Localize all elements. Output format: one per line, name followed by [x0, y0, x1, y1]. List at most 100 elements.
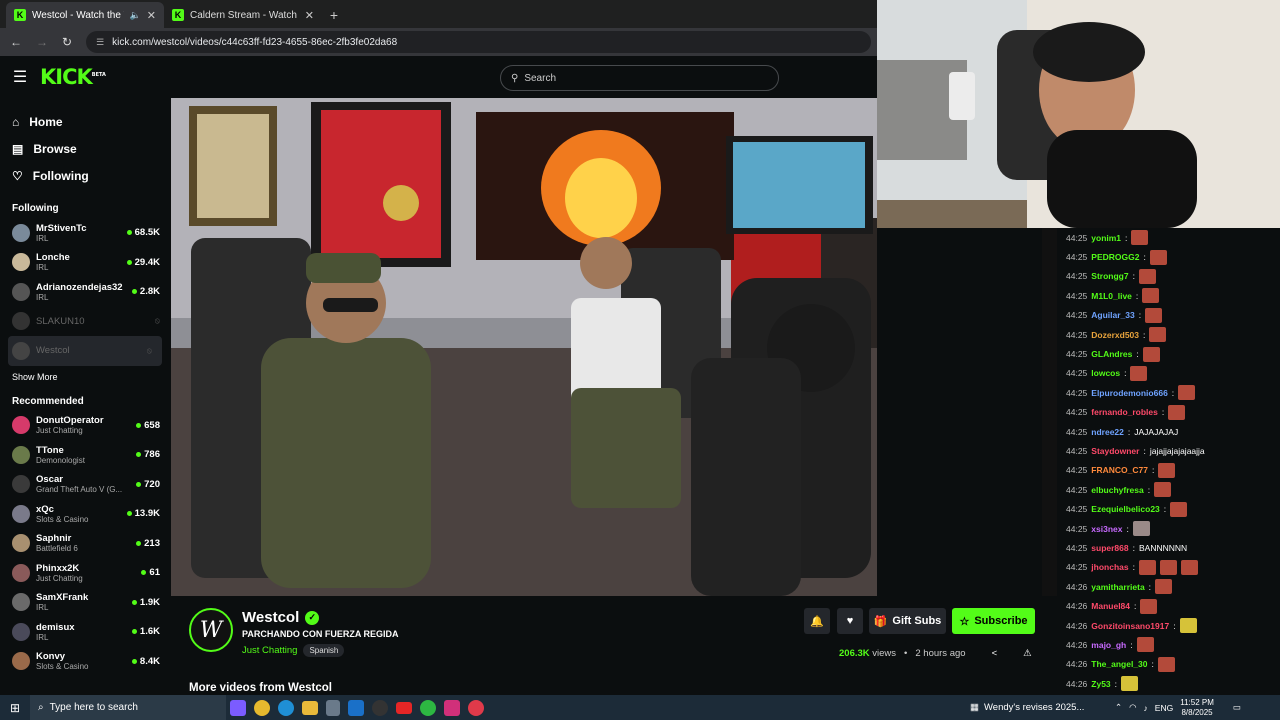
- tray-arrow-icon[interactable]: ⌃: [1115, 702, 1122, 713]
- volume-icon[interactable]: ♪: [1144, 703, 1148, 713]
- chat-username[interactable]: xsi3nex: [1091, 524, 1122, 534]
- emote-icon[interactable]: [1179, 618, 1197, 633]
- emote-icon[interactable]: [1149, 327, 1167, 343]
- chat-username[interactable]: PEDROGG2: [1091, 252, 1139, 262]
- windows-start-icon[interactable]: ⊞: [0, 701, 30, 715]
- emote-icon[interactable]: [1149, 249, 1167, 265]
- back-arrow-icon[interactable]: ←: [10, 35, 22, 49]
- following-channel[interactable]: Lonche IRL 29.4K: [0, 248, 170, 278]
- follow-heart-button[interactable]: ♥: [837, 608, 863, 634]
- notification-icon[interactable]: ▭: [1233, 702, 1241, 713]
- following-channel[interactable]: Westcol ⦸: [8, 336, 162, 366]
- chat-username[interactable]: M1L0_live: [1091, 291, 1132, 301]
- chat-username[interactable]: Manuel84: [1091, 601, 1130, 611]
- following-channel[interactable]: SLAKUN10 ⦸: [0, 307, 170, 337]
- language-tag[interactable]: Spanish: [303, 644, 345, 657]
- clock[interactable]: 11:52 PM 8/8/2025: [1180, 698, 1214, 718]
- search-input[interactable]: ⚲ Search: [500, 65, 779, 91]
- language-indicator[interactable]: ENG: [1155, 703, 1173, 713]
- channel-avatar[interactable]: W: [189, 608, 233, 652]
- wifi-icon[interactable]: ◠: [1129, 702, 1136, 713]
- gift-subs-button[interactable]: 🎁 Gift Subs: [869, 608, 946, 634]
- emote-icon[interactable]: [1130, 365, 1148, 381]
- emote-icon[interactable]: [1142, 288, 1160, 304]
- chat-username[interactable]: Strongg7: [1091, 271, 1128, 281]
- reload-icon[interactable]: ↻: [62, 35, 72, 49]
- chat-username[interactable]: jhonchas: [1091, 562, 1128, 572]
- chat-username[interactable]: The_angel_30: [1091, 659, 1147, 669]
- notification-bell-button[interactable]: 🔔: [804, 608, 830, 634]
- browser-tab-caldern[interactable]: K Caldern Stream - Watch Live o ✕: [164, 2, 322, 28]
- calculator-icon[interactable]: [326, 699, 340, 716]
- subscribe-button[interactable]: ☆ Subscribe: [952, 608, 1035, 634]
- recommended-channel[interactable]: xQc Slots & Casino 13.9K: [0, 499, 170, 529]
- emote-icon[interactable]: [1154, 482, 1172, 498]
- channel-name[interactable]: Westcol: [242, 609, 299, 626]
- emote-icon[interactable]: [1142, 346, 1160, 362]
- chat-username[interactable]: FRANCO_C77: [1091, 465, 1148, 475]
- chat-username[interactable]: Elpurodemonio666: [1091, 388, 1168, 398]
- edge-icon[interactable]: [278, 699, 294, 716]
- chat-username[interactable]: yonim1: [1091, 233, 1121, 243]
- media-player-icon[interactable]: [468, 699, 484, 716]
- taskbar-search-input[interactable]: ⌕ Type here to search: [30, 695, 226, 720]
- chat-username[interactable]: GLAndres: [1091, 349, 1132, 359]
- recommended-channel[interactable]: Phinxx2K Just Chatting 61: [0, 558, 170, 588]
- speaker-icon[interactable]: 🔈: [130, 10, 141, 21]
- chat-username[interactable]: Dozerxd503: [1091, 330, 1139, 340]
- chat-username[interactable]: elbuchyfresa: [1091, 485, 1143, 495]
- emote-icon[interactable]: [1138, 268, 1156, 284]
- chat-username[interactable]: Zy53: [1091, 679, 1110, 689]
- youtube-icon[interactable]: [396, 701, 412, 714]
- show-more-link[interactable]: Show More: [0, 372, 170, 386]
- forward-arrow-icon[interactable]: →: [36, 35, 48, 49]
- chat-username[interactable]: ndree22: [1091, 427, 1124, 437]
- emote-icon[interactable]: [1159, 559, 1177, 575]
- report-icon[interactable]: ⚠: [1023, 648, 1032, 659]
- emote-icon[interactable]: [1136, 637, 1154, 653]
- site-info-icon[interactable]: ☰: [96, 37, 104, 48]
- close-tab-icon[interactable]: ✕: [305, 9, 314, 22]
- recommended-channel[interactable]: Saphnir Battlefield 6 213: [0, 529, 170, 559]
- emote-icon[interactable]: [1157, 656, 1175, 672]
- chat-username[interactable]: Ezequielbelico23: [1091, 504, 1160, 514]
- chat-username[interactable]: lowcos: [1091, 368, 1120, 378]
- recommended-channel[interactable]: TTone Demonologist 786: [0, 440, 170, 470]
- nav-following[interactable]: ♡ Following: [12, 162, 170, 189]
- obs-icon[interactable]: [372, 699, 388, 716]
- copilot-icon[interactable]: [230, 699, 246, 716]
- recommended-channel[interactable]: SamXFrank IRL 1.9K: [0, 588, 170, 618]
- chat-username[interactable]: yamitharrieta: [1091, 582, 1144, 592]
- emote-icon[interactable]: [1180, 559, 1198, 575]
- emote-icon[interactable]: [1158, 462, 1176, 478]
- recommended-channel[interactable]: demisux IRL 1.6K: [0, 617, 170, 647]
- chat-username[interactable]: super868: [1091, 543, 1128, 553]
- menu-icon[interactable]: ☰: [0, 67, 40, 87]
- emote-icon[interactable]: [1145, 307, 1163, 323]
- recommended-channel[interactable]: DonutOperator Just Chatting 658: [0, 411, 170, 441]
- chat-username[interactable]: Aguilar_33: [1091, 310, 1134, 320]
- emote-icon[interactable]: [1121, 676, 1139, 692]
- file-explorer-icon[interactable]: [302, 700, 318, 715]
- emote-icon[interactable]: [1155, 579, 1173, 595]
- browser-tab-westcol[interactable]: K Westcol - Watch the VOD o 🔈 ✕: [6, 2, 164, 28]
- url-field[interactable]: ☰ kick.com/westcol/videos/c44c63ff-fd23-…: [86, 31, 871, 53]
- instagram-icon[interactable]: [444, 699, 460, 716]
- category-link[interactable]: Just Chatting: [242, 645, 297, 656]
- emote-icon[interactable]: [1168, 404, 1186, 420]
- news-widget[interactable]: ▦ Wendy's revises 2025...: [970, 695, 1084, 720]
- share-icon[interactable]: <: [992, 648, 998, 659]
- chat-username[interactable]: fernando_robles: [1091, 407, 1158, 417]
- new-tab-button[interactable]: +: [322, 7, 346, 23]
- whatsapp-icon[interactable]: [420, 699, 436, 716]
- recommended-channel[interactable]: Konvy Slots & Casino 8.4K: [0, 647, 170, 677]
- outlook-icon[interactable]: [348, 699, 364, 716]
- emote-icon[interactable]: [1178, 385, 1196, 401]
- emote-icon[interactable]: [1170, 501, 1188, 517]
- following-channel[interactable]: Adrianozendejas32 IRL 2.8K: [0, 277, 170, 307]
- video-player[interactable]: [171, 98, 877, 596]
- emote-icon[interactable]: [1132, 521, 1150, 537]
- emote-icon[interactable]: [1138, 559, 1156, 575]
- chat-username[interactable]: Staydowner: [1091, 446, 1139, 456]
- close-tab-icon[interactable]: ✕: [147, 9, 156, 22]
